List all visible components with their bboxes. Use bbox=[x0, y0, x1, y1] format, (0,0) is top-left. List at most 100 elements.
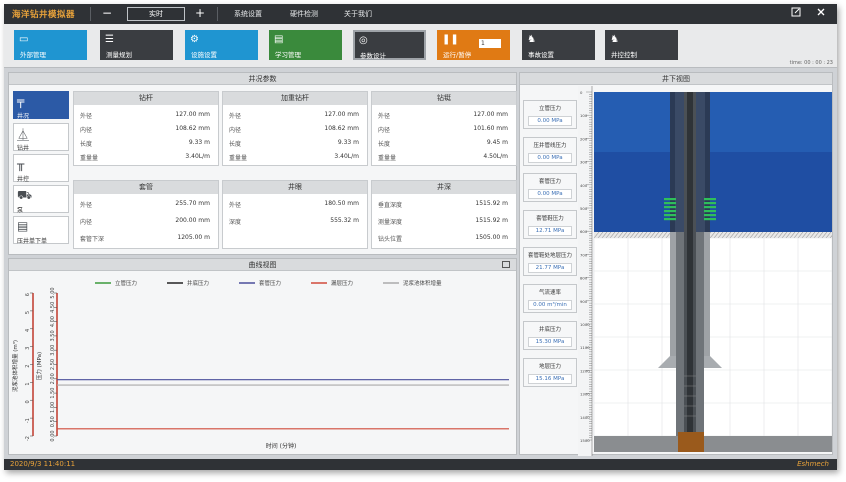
bop-ram bbox=[704, 206, 716, 209]
gauge-card: 气流速率 0.00 m³/min bbox=[523, 284, 577, 313]
run-value-input[interactable]: 1 bbox=[479, 39, 501, 48]
pause-icon: ❚❚ bbox=[442, 34, 459, 45]
card-well-depth: 井深 垂直深度 1515.92 m 测量深度 1515.92 m 钻头位置 1505.… bbox=[371, 180, 517, 249]
gauge-card: 套管鞋处地层压力 21.77 MPa bbox=[523, 247, 577, 276]
speed-select[interactable]: 实时 bbox=[127, 7, 185, 21]
param-row: 外径 180.50 mm bbox=[229, 200, 359, 209]
param-row: 长度 9.45 m bbox=[378, 139, 508, 148]
card-casing: 套管 外径 255.70 mm 内径 200.00 mm 套管下深 1205.00 m bbox=[73, 180, 219, 249]
param-row: 外径 255.70 mm bbox=[80, 200, 210, 209]
tab-pump[interactable]: ⛟ 泵 bbox=[13, 185, 69, 214]
status-bar: 2020/9/3 11:40:11 Eshmech bbox=[4, 459, 837, 470]
card-title: 钻铤 bbox=[372, 92, 516, 105]
time-readout: time: 00 : 00 : 23 bbox=[789, 60, 833, 66]
gauge-label: 地层压力 bbox=[538, 364, 561, 370]
gear-icon: ⚙ bbox=[190, 34, 199, 45]
param-row: 外径 127.00 mm bbox=[378, 111, 508, 120]
speed-increase-button[interactable]: + bbox=[193, 6, 207, 20]
tick-label: 3.00 bbox=[50, 345, 56, 356]
rig-icon: ⏅ bbox=[17, 128, 30, 142]
menu-about[interactable]: 关于我们 bbox=[344, 9, 372, 19]
param-row: 重量量 3.40L/m bbox=[229, 153, 359, 162]
gauge-value: 15.30 MPa bbox=[528, 337, 572, 347]
depth-label: 500 bbox=[580, 206, 588, 211]
tool-accident-settings[interactable]: ♞ 事故设置 bbox=[522, 30, 595, 60]
bottom-rock bbox=[594, 436, 832, 452]
tick-label: 4.50 bbox=[50, 302, 56, 313]
depth-label: 100 bbox=[580, 113, 588, 118]
well-params-panel: 井况参数 ╤ 井况 ⏅ 钻井 ╥ 井控 ⛟ 泵 ▤ 压井单下单 钻杆 外径 127… bbox=[8, 72, 517, 255]
param-row: 长度 9.33 m bbox=[80, 139, 210, 148]
gauge-value: 0.00 MPa bbox=[528, 116, 572, 126]
param-row: 深度 555.32 m bbox=[229, 217, 359, 226]
right-axis-label: 压力 (MPa) bbox=[35, 352, 43, 380]
tool-label: 参数设计 bbox=[360, 52, 386, 60]
menu-system-settings[interactable]: 系统设置 bbox=[234, 9, 262, 19]
legend-label: 漏层压力 bbox=[331, 279, 353, 287]
depth-label: 400 bbox=[580, 183, 588, 188]
depth-label: 1200 bbox=[580, 368, 590, 373]
gauge-label: 井底压力 bbox=[538, 327, 561, 333]
param-row: 重量量 3.40L/m bbox=[80, 153, 210, 162]
gauge-label: 套管鞋处地层压力 bbox=[527, 253, 572, 259]
x-axis-label: 时间 (分钟) bbox=[266, 442, 297, 450]
tool-well-control[interactable]: ♞ 井控控制 bbox=[605, 30, 678, 60]
param-row: 长度 9.33 m bbox=[229, 139, 359, 148]
tab-label: 泵 bbox=[17, 207, 24, 214]
tick-label: 3 bbox=[25, 347, 31, 350]
close-icon[interactable] bbox=[814, 7, 828, 21]
tick-label: 0.00 bbox=[50, 430, 56, 441]
speed-decrease-button[interactable]: − bbox=[100, 6, 114, 20]
depth-label: 700 bbox=[580, 252, 588, 257]
bop-ram bbox=[704, 210, 716, 213]
tool-external-management[interactable]: ▭ 外部管理 bbox=[14, 30, 87, 60]
param-row: 钻头位置 1505.00 m bbox=[378, 234, 508, 243]
divider bbox=[90, 7, 91, 21]
tick-label: 6 bbox=[25, 293, 31, 296]
panel-title: 井下视图 bbox=[520, 73, 832, 85]
tick-label: 3.50 bbox=[50, 330, 56, 341]
restore-icon[interactable] bbox=[789, 7, 803, 21]
tool-learning-management[interactable]: ▤ 学习管理 bbox=[269, 30, 342, 60]
tool-measure-planning[interactable]: ☰ 测量规划 bbox=[100, 30, 173, 60]
tick-label: 5.00 bbox=[50, 287, 56, 298]
param-row: 内径 200.00 mm bbox=[80, 217, 210, 226]
gauge-value: 0.00 m³/min bbox=[528, 300, 572, 310]
legend-label: 泥浆池体积增量 bbox=[403, 279, 442, 287]
tab-well-control[interactable]: ╥ 井控 bbox=[13, 154, 69, 183]
tick-label: 1.00 bbox=[50, 402, 56, 413]
tab-drilling[interactable]: ⏅ 钻井 bbox=[13, 123, 69, 152]
bop-ram bbox=[704, 214, 716, 217]
param-row: 内径 101.60 mm bbox=[378, 125, 508, 134]
menu-hardware-check[interactable]: 硬件检测 bbox=[290, 9, 318, 19]
tick-label: 2.00 bbox=[50, 373, 56, 384]
left-axis-label: 泥浆池体积增量 (m³) bbox=[11, 340, 19, 392]
tool-run-pause[interactable]: ❚❚ 1 运行/暂停 bbox=[437, 30, 510, 60]
tick-label: 1 bbox=[25, 382, 31, 385]
tool-facility-settings[interactable]: ⚙ 设施设置 bbox=[185, 30, 258, 60]
tick-label: 5 bbox=[25, 311, 31, 314]
depth-label: 600 bbox=[580, 229, 588, 234]
tab-label: 钻井 bbox=[17, 145, 30, 152]
title-bar: 海洋钻井模拟器 − 实时 + 系统设置 硬件检测 关于我们 bbox=[4, 4, 837, 24]
gauge-value: 0.00 MPa bbox=[528, 153, 572, 163]
gauge-card: 地层压力 15.16 MPa bbox=[523, 358, 577, 387]
panel-title: 曲线视图 bbox=[9, 259, 516, 271]
tool-parameter-design[interactable]: ◎ 参数设计 bbox=[353, 30, 426, 60]
tab-well[interactable]: ╤ 井况 bbox=[13, 91, 69, 120]
tool-label: 事故设置 bbox=[528, 51, 554, 59]
bop-ram bbox=[664, 210, 676, 213]
bop-ram bbox=[664, 218, 676, 221]
expand-icon[interactable] bbox=[502, 261, 510, 268]
tab-kill-sheet[interactable]: ▤ 压井单下单 bbox=[13, 216, 69, 245]
tool-label: 运行/暂停 bbox=[443, 51, 472, 59]
legend-label: 井底压力 bbox=[187, 279, 209, 287]
legend-label: 套管压力 bbox=[259, 279, 281, 287]
gauge-card: 立管压力 0.00 MPa bbox=[523, 100, 577, 129]
depth-label: 1100 bbox=[580, 345, 590, 350]
param-row: 内径 108.62 mm bbox=[229, 125, 359, 134]
gauge-card: 套管鞋压力 12.71 MPa bbox=[523, 210, 577, 239]
bop-ram bbox=[704, 218, 716, 221]
legend-label: 立管压力 bbox=[115, 279, 137, 287]
depth-label: 1000 bbox=[580, 322, 590, 327]
